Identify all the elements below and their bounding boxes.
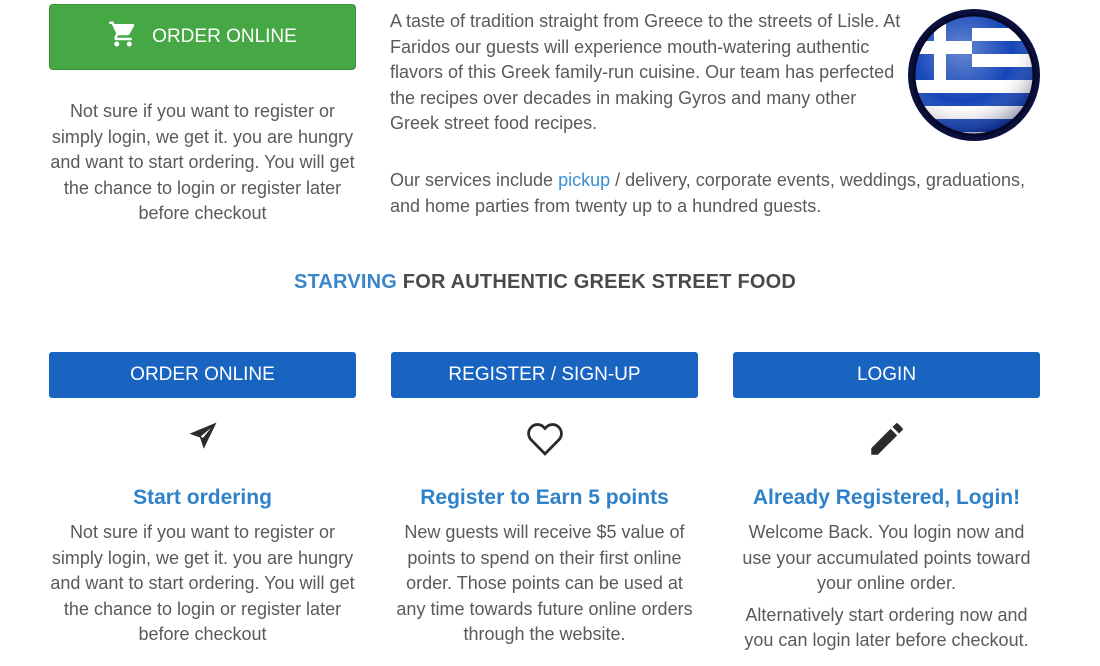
start-ordering-title: Start ordering: [133, 486, 272, 509]
login-text-alt: Alternatively start ordering now and you…: [744, 604, 1029, 651]
column-login: LOGIN Already Registered, Login! Welcome…: [733, 352, 1040, 654]
register-title: Register to Earn 5 points: [420, 486, 669, 509]
services-prefix: Our services include: [390, 170, 559, 190]
register-signup-button[interactable]: REGISTER / SIGN-UP: [391, 352, 698, 398]
order-online-top-label: ORDER ONLINE: [152, 26, 297, 47]
login-title: Already Registered, Login!: [752, 486, 1021, 509]
login-button[interactable]: LOGIN: [733, 352, 1040, 398]
heart-icon: [526, 423, 563, 456]
shopping-cart-icon: [109, 21, 135, 47]
headline-highlight: STARVING: [293, 271, 398, 293]
column-order: ORDER ONLINE Start ordering Not sure if …: [49, 352, 356, 648]
register-signup-label: REGISTER / SIGN-UP: [448, 364, 641, 385]
greek-flag-icon: [908, 9, 1040, 141]
pickup-link[interactable]: pickup: [558, 170, 610, 190]
page-headline: STARVING FOR AUTHENTIC GREEK STREET FOOD: [0, 271, 1090, 294]
services-text: Our services include pickup / delivery, …: [390, 168, 1050, 219]
column-register: REGISTER / SIGN-UP Register to Earn 5 po…: [391, 352, 698, 648]
register-text: New guests will receive $5 value of poin…: [396, 522, 693, 645]
login-label: LOGIN: [856, 364, 917, 385]
intro-text: Not sure if you want to register or simp…: [50, 101, 355, 224]
start-ordering-text: Not sure if you want to register or simp…: [50, 522, 355, 645]
order-online-button[interactable]: ORDER ONLINE: [49, 352, 356, 398]
paper-plane-icon: [189, 422, 216, 449]
about-text: A taste of tradition straight from Greec…: [390, 11, 901, 134]
order-online-label: ORDER ONLINE: [130, 364, 275, 385]
login-text: Welcome Back. You login now and use your…: [742, 522, 1031, 594]
pencil-icon: [870, 423, 903, 455]
order-online-top-button[interactable]: ORDER ONLINE: [49, 4, 356, 70]
headline-rest: FOR AUTHENTIC GREEK STREET FOOD: [397, 271, 797, 293]
